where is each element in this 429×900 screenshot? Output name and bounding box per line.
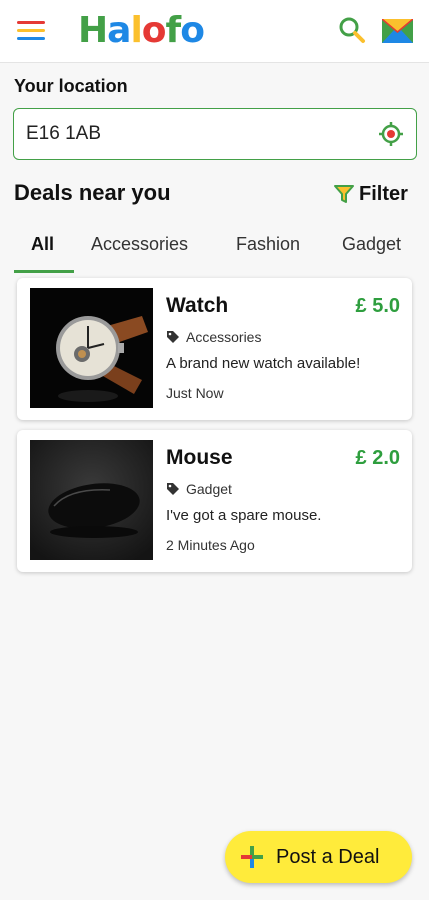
logo-letter: l	[130, 10, 142, 51]
post-deal-label: Post a Deal	[276, 845, 380, 868]
tab-accessories[interactable]: Accessories	[91, 234, 188, 255]
search-icon[interactable]	[338, 16, 366, 44]
filter-funnel-icon	[334, 185, 354, 203]
tag-icon	[167, 483, 179, 495]
plus-icon	[241, 846, 263, 868]
logo-letter: a	[107, 10, 131, 51]
location-field[interactable]	[13, 108, 417, 160]
filter-button[interactable]: Filter	[333, 181, 408, 207]
deal-category: Accessories	[166, 329, 261, 345]
logo-letter: o	[180, 10, 205, 51]
deal-description: A brand new watch available!	[166, 355, 361, 372]
tag-icon	[167, 331, 179, 343]
filter-label: Filter	[359, 182, 408, 205]
active-tab-indicator	[14, 270, 74, 273]
location-input[interactable]	[26, 119, 366, 149]
deal-price: £ 5.0	[355, 295, 400, 317]
logo-letter: H	[78, 10, 108, 51]
deal-price: £ 2.0	[355, 447, 400, 469]
deal-category: Gadget	[166, 481, 232, 497]
deals-section-title: Deals near you	[14, 180, 171, 205]
post-deal-button[interactable]: Post a Deal	[225, 831, 412, 883]
deal-category-label: Gadget	[186, 481, 232, 497]
hamburger-menu-icon[interactable]	[17, 21, 45, 43]
mail-icon[interactable]	[381, 18, 414, 43]
app-header: Halofo	[0, 0, 429, 63]
logo-letter: f	[165, 10, 182, 51]
location-label: Your location	[14, 76, 128, 96]
deal-card-mouse[interactable]: Mouse £ 2.0 Gadget I've got a spare mous…	[17, 430, 412, 572]
deal-card-watch[interactable]: Watch £ 5.0 Accessories A brand new watc…	[17, 278, 412, 420]
computer-mouse-photo	[30, 440, 153, 560]
deal-timestamp: 2 Minutes Ago	[166, 537, 255, 553]
tab-all[interactable]: All	[31, 234, 54, 255]
logo-letter: o	[141, 10, 167, 51]
gps-target-icon[interactable]	[378, 121, 404, 147]
deal-title: Mouse	[166, 446, 233, 469]
deal-description: I've got a spare mouse.	[166, 507, 322, 524]
tab-fashion[interactable]: Fashion	[236, 234, 300, 255]
wristwatch-photo	[30, 288, 153, 408]
deal-title: Watch	[166, 294, 229, 317]
app-logo: Halofo	[78, 10, 205, 52]
category-tabs: All Accessories Fashion Gadget	[0, 222, 429, 274]
deal-category-label: Accessories	[186, 329, 262, 345]
deal-timestamp: Just Now	[166, 385, 224, 401]
tab-gadget[interactable]: Gadget	[342, 234, 401, 255]
